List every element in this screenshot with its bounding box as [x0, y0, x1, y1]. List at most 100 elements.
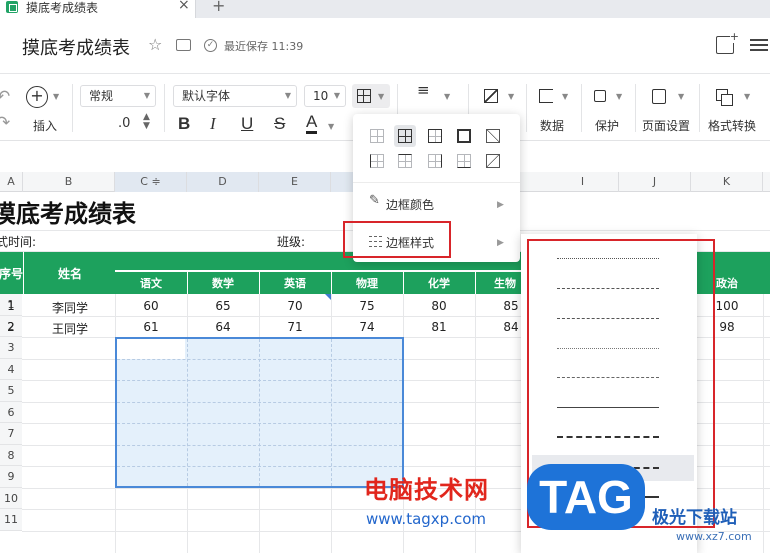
- row-header-7[interactable]: 7: [0, 423, 22, 445]
- align-caret-icon[interactable]: ▼: [444, 92, 450, 101]
- data-label[interactable]: 数据: [540, 117, 564, 134]
- row1-english[interactable]: 70: [259, 299, 331, 313]
- border-option[interactable]: [366, 150, 388, 172]
- row-header-4[interactable]: 4: [0, 359, 22, 380]
- border-option[interactable]: [453, 125, 475, 147]
- page-setup-icon[interactable]: [652, 89, 666, 104]
- protect-label[interactable]: 保护: [595, 117, 619, 134]
- active-cell[interactable]: [117, 339, 185, 359]
- border-option[interactable]: [424, 125, 446, 147]
- font-color-button[interactable]: A: [306, 113, 318, 134]
- row2-chemistry[interactable]: 81: [403, 320, 475, 334]
- menu-divider: [353, 182, 520, 183]
- protect-caret-icon[interactable]: ▼: [616, 92, 622, 101]
- lock-icon[interactable]: [594, 90, 606, 102]
- header-chemistry: 化学: [428, 277, 450, 290]
- italic-button[interactable]: I: [210, 114, 216, 134]
- row-header-10[interactable]: 10: [0, 488, 22, 509]
- document-title[interactable]: 摸底考成绩表: [22, 34, 130, 60]
- column-header-b[interactable]: B: [23, 172, 115, 192]
- insert-label[interactable]: 插入: [33, 117, 57, 134]
- header-math: 数学: [212, 277, 234, 290]
- row1-physics[interactable]: 75: [331, 299, 403, 313]
- row-header-11[interactable]: 11: [0, 509, 22, 531]
- header-physics: 物理: [356, 277, 378, 290]
- font-size-select[interactable]: 10 ▼: [304, 85, 346, 107]
- row1-name[interactable]: 李同学: [40, 299, 100, 316]
- row1-seq[interactable]: 1: [0, 299, 22, 313]
- toolbar-divider: [581, 84, 582, 132]
- undo-icon[interactable]: ↶: [0, 87, 10, 107]
- format-convert-caret-icon[interactable]: ▼: [744, 92, 750, 101]
- highlight-box: [343, 221, 451, 258]
- watermark-brand: 极光下载站: [652, 508, 737, 528]
- data-caret-icon[interactable]: ▼: [562, 92, 568, 101]
- move-folder-icon[interactable]: [176, 39, 191, 51]
- outer-border-icon: [428, 129, 442, 143]
- column-header-k[interactable]: K: [691, 172, 763, 192]
- row-header-3[interactable]: 3: [0, 337, 22, 359]
- row2-chinese[interactable]: 61: [115, 320, 187, 334]
- border-option[interactable]: [394, 125, 416, 147]
- font-family-select[interactable]: 默认字体 ▼: [173, 85, 297, 107]
- class-label[interactable]: 班级:: [277, 233, 305, 250]
- border-option[interactable]: [394, 150, 416, 172]
- row2-english[interactable]: 71: [259, 320, 331, 334]
- row-header-8[interactable]: 8: [0, 445, 22, 466]
- column-header-j[interactable]: J: [619, 172, 691, 192]
- column-header-d[interactable]: D: [187, 172, 259, 192]
- column-header-a[interactable]: A: [0, 172, 23, 192]
- page-setup-caret-icon[interactable]: ▼: [678, 92, 684, 101]
- border-option[interactable]: [482, 150, 504, 172]
- align-icon[interactable]: ≡: [417, 83, 430, 98]
- row2-math[interactable]: 64: [187, 320, 259, 334]
- exam-time-label[interactable]: 式时间:: [0, 233, 36, 250]
- border-icon: [357, 89, 371, 103]
- row1-chinese[interactable]: 60: [115, 299, 187, 313]
- fill-caret-icon[interactable]: ▼: [508, 92, 514, 101]
- border-option[interactable]: [366, 125, 388, 147]
- number-format-select[interactable]: 常规 ▼: [80, 85, 156, 107]
- font-color-caret-icon[interactable]: ▼: [328, 122, 334, 131]
- menu-icon[interactable]: [748, 36, 770, 54]
- sheet-title[interactable]: 摸底考成绩表: [0, 194, 136, 229]
- column-header-c[interactable]: C ≑: [115, 172, 187, 192]
- column-header-e[interactable]: E: [259, 172, 331, 192]
- data-icon[interactable]: [539, 89, 553, 103]
- border-preview-line: [259, 339, 260, 486]
- page-setup-label[interactable]: 页面设置: [642, 117, 690, 134]
- border-option[interactable]: [453, 150, 475, 172]
- strikethrough-button[interactable]: S: [274, 114, 285, 134]
- thick-outer-border-icon: [457, 129, 471, 143]
- fill-icon[interactable]: [484, 89, 498, 103]
- redo-icon[interactable]: ↷: [0, 113, 10, 133]
- row-header-9[interactable]: 9: [0, 466, 22, 488]
- document-tab[interactable]: 摸底考成绩表 ×: [0, 0, 196, 18]
- decimal-places[interactable]: .0: [118, 116, 130, 131]
- filter-icon[interactable]: ≑: [151, 175, 160, 188]
- row-header-5[interactable]: 5: [0, 380, 22, 402]
- row-header-6[interactable]: 6: [0, 402, 22, 423]
- grid-line: [115, 271, 521, 272]
- row2-name[interactable]: 王同学: [40, 320, 100, 337]
- decimal-stepper-icon[interactable]: ▲ ▼: [143, 113, 150, 131]
- border-option[interactable]: [482, 125, 504, 147]
- column-header-i[interactable]: I: [547, 172, 619, 192]
- underline-button[interactable]: U: [241, 114, 253, 134]
- border-color-item[interactable]: 边框颜色: [386, 196, 434, 213]
- close-tab-icon[interactable]: ×: [178, 0, 190, 13]
- star-icon[interactable]: ☆: [148, 35, 162, 54]
- row1-chemistry[interactable]: 80: [403, 299, 475, 313]
- row2-seq[interactable]: 2: [0, 320, 22, 334]
- insert-caret-icon[interactable]: ▼: [53, 92, 59, 101]
- new-tab-button[interactable]: +: [212, 0, 225, 15]
- no-border-icon: [370, 129, 384, 143]
- row1-math[interactable]: 65: [187, 299, 259, 313]
- task-icon[interactable]: [716, 30, 739, 54]
- row2-physics[interactable]: 74: [331, 320, 403, 334]
- format-convert-label[interactable]: 格式转换: [708, 117, 756, 134]
- border-option[interactable]: [424, 150, 446, 172]
- bold-button[interactable]: B: [178, 114, 190, 134]
- bottom-border-icon: [457, 154, 471, 168]
- insert-icon[interactable]: +: [26, 86, 48, 108]
